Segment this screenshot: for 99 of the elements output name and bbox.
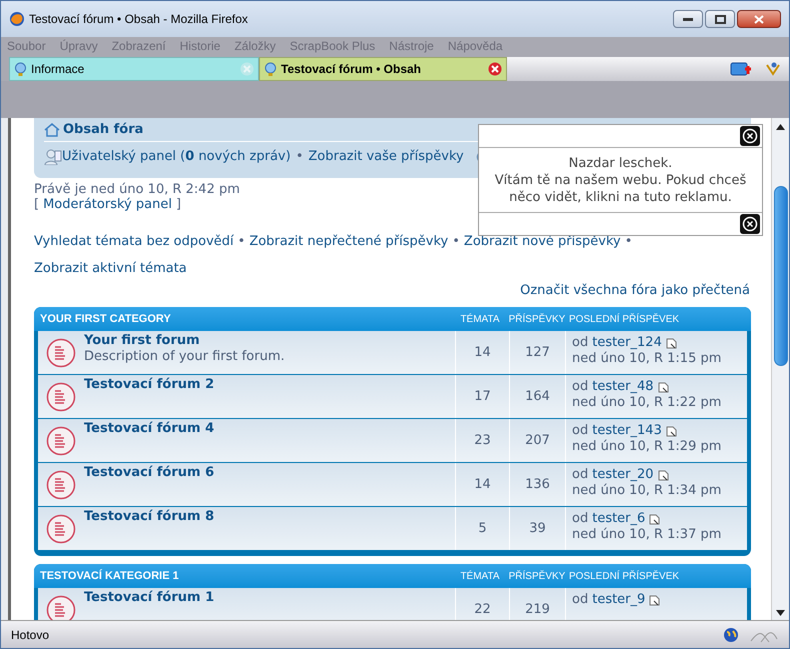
quick-link[interactable]: Zobrazit nepřečtené příspěvky xyxy=(249,228,448,255)
current-time: Právě je ned úno 10, R 2:42 pm xyxy=(34,182,240,197)
post-date: ned úno 10, R 1:34 pm xyxy=(572,483,722,499)
post-date: ned úno 10, R 1:37 pm xyxy=(572,527,722,543)
forum-icon xyxy=(46,338,76,368)
forum-icon xyxy=(46,594,76,620)
column-header: PŘÍSPĚVKY xyxy=(508,312,566,326)
column-header: PŘÍSPĚVKY xyxy=(508,569,566,584)
author-link[interactable]: tester_9 xyxy=(592,592,646,608)
bulb-icon xyxy=(14,62,27,76)
home-icon xyxy=(44,122,60,136)
author-prefix: od xyxy=(572,467,588,483)
close-icon xyxy=(754,14,764,24)
close-icon[interactable] xyxy=(740,126,760,146)
column-header: POSLEDNÍ PŘÍSPĚVEK xyxy=(568,312,680,326)
author-link[interactable]: tester_124 xyxy=(592,335,662,351)
forum-row[interactable]: Your first forum Description of your first forum. 14 127 od tester_124 ned úno 10, R 1:15 pm xyxy=(38,331,747,374)
minimize-icon xyxy=(683,18,693,20)
forum-title-link[interactable]: Testovací fórum 1 xyxy=(84,590,214,606)
separator-dot: • xyxy=(238,234,246,249)
separator-dot: • xyxy=(624,234,632,249)
author-link[interactable]: tester_143 xyxy=(592,423,662,439)
forum-description: Description of your first forum. xyxy=(84,349,286,365)
forum-title-link[interactable]: Testovací fórum 8 xyxy=(84,509,214,525)
bracket: [ xyxy=(34,197,40,212)
ad-popup[interactable]: Nazdar leschek. Vítám tě na našem webu. Pokud chceš něco vidět, klikni na tuto reklamu. xyxy=(478,124,763,236)
forum-icon xyxy=(46,426,76,456)
column-header: TÉMATA xyxy=(459,569,501,584)
topics-count: 5 xyxy=(455,507,509,550)
forum-row[interactable]: Testovací fórum 2 17 164 od tester_48 ned úno 10, R 1:22 pm xyxy=(38,375,747,418)
author-prefix: od xyxy=(572,335,588,351)
maximize-button[interactable] xyxy=(705,10,735,28)
moderator-panel-link[interactable]: Moderátorský panel xyxy=(43,197,172,212)
window-title: Testovací fórum • Obsah - Mozilla Firefox xyxy=(29,11,248,28)
forum-row[interactable]: Testovací fórum 4 23 207 od tester_143 ned úno 10, R 1:29 pm xyxy=(38,419,747,462)
minimize-button[interactable] xyxy=(673,10,703,28)
post-date: ned úno 10, R 1:29 pm xyxy=(572,439,722,455)
index-link[interactable]: Obsah fóra xyxy=(63,120,144,140)
ad-text: Nazdar leschek. xyxy=(568,154,674,172)
separator-dot: • xyxy=(452,234,460,249)
forum-icon xyxy=(46,470,76,500)
view-post-icon[interactable] xyxy=(658,382,669,392)
bulb-icon xyxy=(264,62,277,76)
globe-icon xyxy=(723,626,739,642)
post-date: ned úno 10, R 1:22 pm xyxy=(572,395,722,411)
mark-read-link[interactable]: Označit všechna fóra jako přečtená xyxy=(520,282,750,300)
author-prefix: od xyxy=(572,379,588,395)
scrollbar-thumb[interactable] xyxy=(774,186,788,366)
author-link[interactable]: tester_20 xyxy=(592,467,654,483)
author-prefix: od xyxy=(572,511,588,527)
status-text: Hotovo xyxy=(11,626,50,644)
browser-logo-icon xyxy=(9,11,25,27)
forum-row[interactable]: Testovací fórum 6 14 136 od tester_20 ned úno 10, R 1:34 pm xyxy=(38,463,747,506)
column-header: POSLEDNÍ PŘÍSPĚVEK xyxy=(568,569,680,584)
author-prefix: od xyxy=(572,592,588,608)
user-panel-link[interactable]: Uživatelský panel (0 nových zpráv) xyxy=(62,147,291,167)
author-link[interactable]: tester_6 xyxy=(592,511,646,527)
forum-row[interactable]: Testovací fórum 8 5 39 od tester_6 ned úno 10, R 1:37 pm xyxy=(38,507,747,550)
forum-icon xyxy=(46,382,76,412)
topics-count: 17 xyxy=(455,375,509,418)
posts-count: 207 xyxy=(509,419,565,462)
browser-tab[interactable]: Testovací fórum • Obsah xyxy=(259,57,507,81)
quick-link[interactable]: Zobrazit aktivní témata xyxy=(34,255,187,282)
view-post-icon[interactable] xyxy=(649,594,660,606)
separator-dot: • xyxy=(296,148,304,166)
column-header: TÉMATA xyxy=(459,312,501,326)
close-button[interactable] xyxy=(737,10,781,28)
view-post-icon[interactable] xyxy=(666,426,677,436)
scroll-up-icon[interactable] xyxy=(776,124,785,130)
browser-tab[interactable]: Informace xyxy=(9,57,259,81)
own-posts-link[interactable]: Zobrazit vaše příspěvky xyxy=(308,147,464,167)
tab-close-icon[interactable] xyxy=(488,62,502,76)
topics-count: 23 xyxy=(455,419,509,462)
user-icon xyxy=(44,149,62,165)
forum-row[interactable]: Testovací fórum 1 22 219 od tester_9 xyxy=(38,588,747,620)
posts-count: 164 xyxy=(509,375,565,418)
topics-count: 14 xyxy=(455,331,509,374)
scroll-down-icon[interactable] xyxy=(776,610,785,616)
forum-title-link[interactable]: Testovací fórum 6 xyxy=(84,465,214,481)
author-prefix: od xyxy=(572,423,588,439)
view-post-icon[interactable] xyxy=(649,514,660,524)
topics-count: 14 xyxy=(455,463,509,506)
ad-text: Vítám tě na našem webu. Pokud chceš něco vidět, klikni na tuto reklamu. xyxy=(494,172,748,206)
author-link[interactable]: tester_48 xyxy=(592,379,654,395)
forum-title-link[interactable]: Testovací fórum 2 xyxy=(84,377,214,393)
restore-icon xyxy=(714,14,726,24)
posts-count: 136 xyxy=(509,463,565,506)
forum-title-link[interactable]: Your first forum xyxy=(84,333,200,349)
close-icon[interactable] xyxy=(740,214,760,234)
post-date: ned úno 10, R 1:15 pm xyxy=(572,351,722,367)
posts-count: 39 xyxy=(509,507,565,550)
forum-title-link[interactable]: Testovací fórum 4 xyxy=(84,421,214,437)
bracket: ] xyxy=(176,197,182,212)
tab-menu-icon xyxy=(765,61,781,77)
view-post-icon[interactable] xyxy=(666,338,677,348)
posts-count: 127 xyxy=(509,331,565,374)
quick-link[interactable]: Vyhledat témata bez odpovědí xyxy=(34,228,234,255)
forum-icon xyxy=(46,514,76,544)
view-post-icon[interactable] xyxy=(658,470,669,480)
